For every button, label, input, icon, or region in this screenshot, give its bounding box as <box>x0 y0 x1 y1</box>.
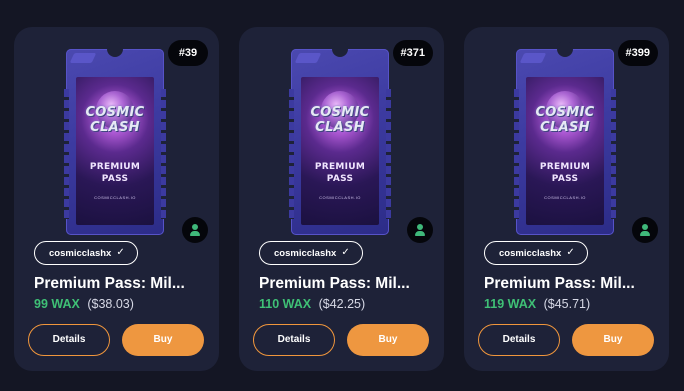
nft-ticket-image[interactable]: COSMIC CLASH PREMIUM PASS COSMICCLASH.IO <box>514 41 616 235</box>
collection-name: cosmicclashx <box>274 247 337 259</box>
collection-link[interactable]: cosmicclashx ✓ <box>34 241 138 265</box>
ticket-logo-line1: COSMIC <box>310 105 370 120</box>
item-name[interactable]: Premium Pass: Mil... <box>34 275 214 293</box>
owner-button[interactable] <box>182 217 208 243</box>
collection-link[interactable]: cosmicclashx ✓ <box>259 241 363 265</box>
listing-card[interactable]: COSMIC CLASH PREMIUM PASS COSMICCLASH.IO… <box>464 27 669 371</box>
owner-button[interactable] <box>632 217 658 243</box>
ticket-tab <box>519 53 547 63</box>
listing-grid: COSMIC CLASH PREMIUM PASS COSMICCLASH.IO… <box>0 0 684 391</box>
owner-button[interactable] <box>407 217 433 243</box>
details-button[interactable]: Details <box>28 324 110 356</box>
price-wax: 110 WAX <box>259 297 312 311</box>
buy-button[interactable]: Buy <box>122 324 204 356</box>
ticket-logo-line2: CLASH <box>315 120 365 135</box>
ticket-perforation <box>64 89 69 219</box>
asset-number-badge: #399 <box>617 40 658 66</box>
item-name[interactable]: Premium Pass: Mil... <box>484 275 664 293</box>
ticket-notch <box>332 41 348 57</box>
buy-button[interactable]: Buy <box>572 324 654 356</box>
ticket-notch <box>557 41 573 57</box>
nft-ticket-image[interactable]: COSMIC CLASH PREMIUM PASS COSMICCLASH.IO <box>289 41 391 235</box>
ticket-footer: COSMICCLASH.IO <box>319 195 361 200</box>
details-button[interactable]: Details <box>478 324 560 356</box>
price-usd: ($45.71) <box>543 297 591 311</box>
asset-number-badge: #39 <box>168 40 208 66</box>
ticket-logo-line1: COSMIC <box>85 105 145 120</box>
ticket-artwork: COSMIC CLASH PREMIUM PASS COSMICCLASH.IO <box>301 77 379 225</box>
price-wax: 119 WAX <box>484 297 537 311</box>
item-name[interactable]: Premium Pass: Mil... <box>259 275 439 293</box>
ticket-logo-line1: COSMIC <box>535 105 595 120</box>
ticket-pass-line2: PASS <box>101 174 129 184</box>
ticket-footer: COSMICCLASH.IO <box>94 195 136 200</box>
ticket-tab <box>69 53 97 63</box>
ticket-notch <box>107 41 123 57</box>
ticket-artwork: COSMIC CLASH PREMIUM PASS COSMICCLASH.IO <box>526 77 604 225</box>
ticket-pass-line1: PREMIUM <box>539 162 591 172</box>
listing-card[interactable]: COSMIC CLASH PREMIUM PASS COSMICCLASH.IO… <box>239 27 444 371</box>
ticket-pass-line1: PREMIUM <box>314 162 366 172</box>
price-row: 110 WAX ($42.25) <box>259 297 365 311</box>
listing-card[interactable]: COSMIC CLASH PREMIUM PASS COSMICCLASH.IO… <box>14 27 219 371</box>
ticket-artwork: COSMIC CLASH PREMIUM PASS COSMICCLASH.IO <box>76 77 154 225</box>
collection-name: cosmicclashx <box>499 247 562 259</box>
ticket-pass-line1: PREMIUM <box>89 162 141 172</box>
buy-button[interactable]: Buy <box>347 324 429 356</box>
ticket-perforation <box>611 89 616 219</box>
ticket-pass-line2: PASS <box>326 174 354 184</box>
check-icon: ✓ <box>116 247 125 258</box>
price-row: 99 WAX ($38.03) <box>34 297 134 311</box>
collection-name: cosmicclashx <box>49 247 112 259</box>
check-icon: ✓ <box>566 247 575 258</box>
price-usd: ($38.03) <box>87 297 134 311</box>
ticket-footer: COSMICCLASH.IO <box>544 195 586 200</box>
check-icon: ✓ <box>341 247 350 258</box>
ticket-pass-line2: PASS <box>551 174 579 184</box>
collection-link[interactable]: cosmicclashx ✓ <box>484 241 588 265</box>
asset-number-badge: #371 <box>392 40 433 66</box>
price-usd: ($42.25) <box>318 297 366 311</box>
price-wax: 99 WAX <box>34 297 80 311</box>
ticket-logo-line2: CLASH <box>90 120 140 135</box>
ticket-logo-line2: CLASH <box>540 120 590 135</box>
ticket-tab <box>294 53 322 63</box>
details-button[interactable]: Details <box>253 324 335 356</box>
ticket-perforation <box>289 89 294 219</box>
price-row: 119 WAX ($45.71) <box>484 297 590 311</box>
ticket-perforation <box>161 89 166 219</box>
ticket-perforation <box>514 89 519 219</box>
nft-ticket-image[interactable]: COSMIC CLASH PREMIUM PASS COSMICCLASH.IO <box>64 41 166 235</box>
ticket-perforation <box>386 89 391 219</box>
